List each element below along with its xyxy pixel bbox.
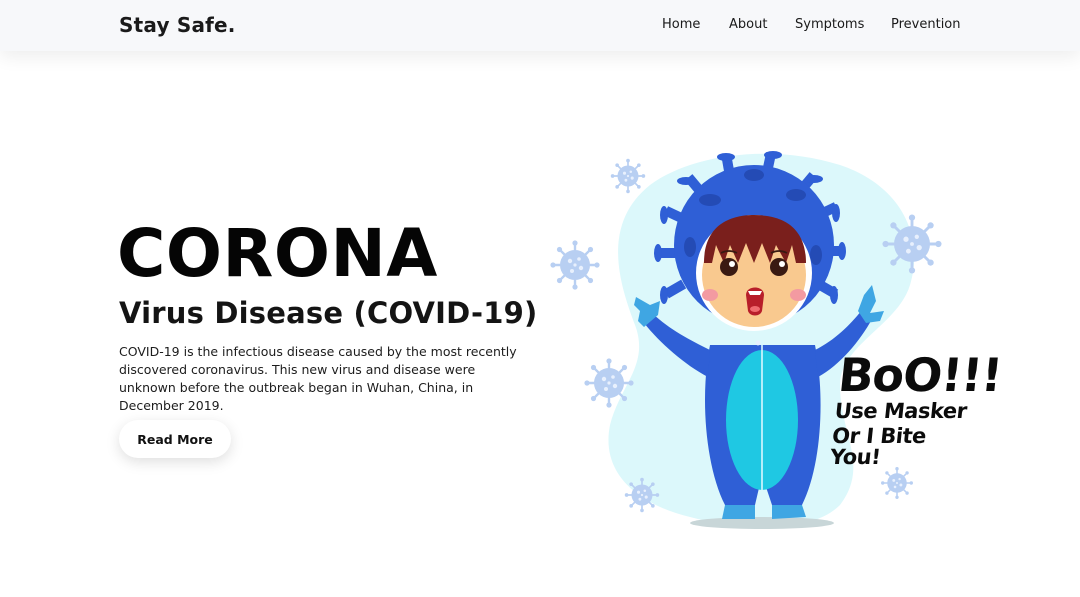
boo-line-2: Use Masker	[833, 399, 968, 423]
read-more-button[interactable]: Read More	[119, 420, 231, 458]
navbar: Stay Safe. Home About Symptoms Preventio…	[0, 0, 1080, 51]
boo-line-3: Or I Bite You!	[828, 424, 928, 469]
boo-speech-text: BoO!!! Use Masker Or I Bite You!	[828, 348, 1005, 469]
boo-line-1: BoO!!!	[835, 348, 1005, 402]
hero-title: CORONA	[117, 215, 438, 292]
kid-in-virus-costume-illustration	[549, 151, 943, 529]
nav-link-home[interactable]: Home	[662, 17, 700, 32]
nav-link-symptoms[interactable]: Symptoms	[795, 17, 864, 32]
hero-description: COVID-19 is the infectious disease cause…	[119, 344, 517, 413]
hero-subtitle: Virus Disease (COVID-19)	[119, 296, 538, 330]
nav-link-about[interactable]: About	[729, 17, 767, 32]
nav-link-prevention[interactable]: Prevention	[891, 17, 961, 32]
hero-illustration	[540, 145, 980, 540]
nav-menu: Home About Symptoms Prevention	[0, 17, 1080, 37]
